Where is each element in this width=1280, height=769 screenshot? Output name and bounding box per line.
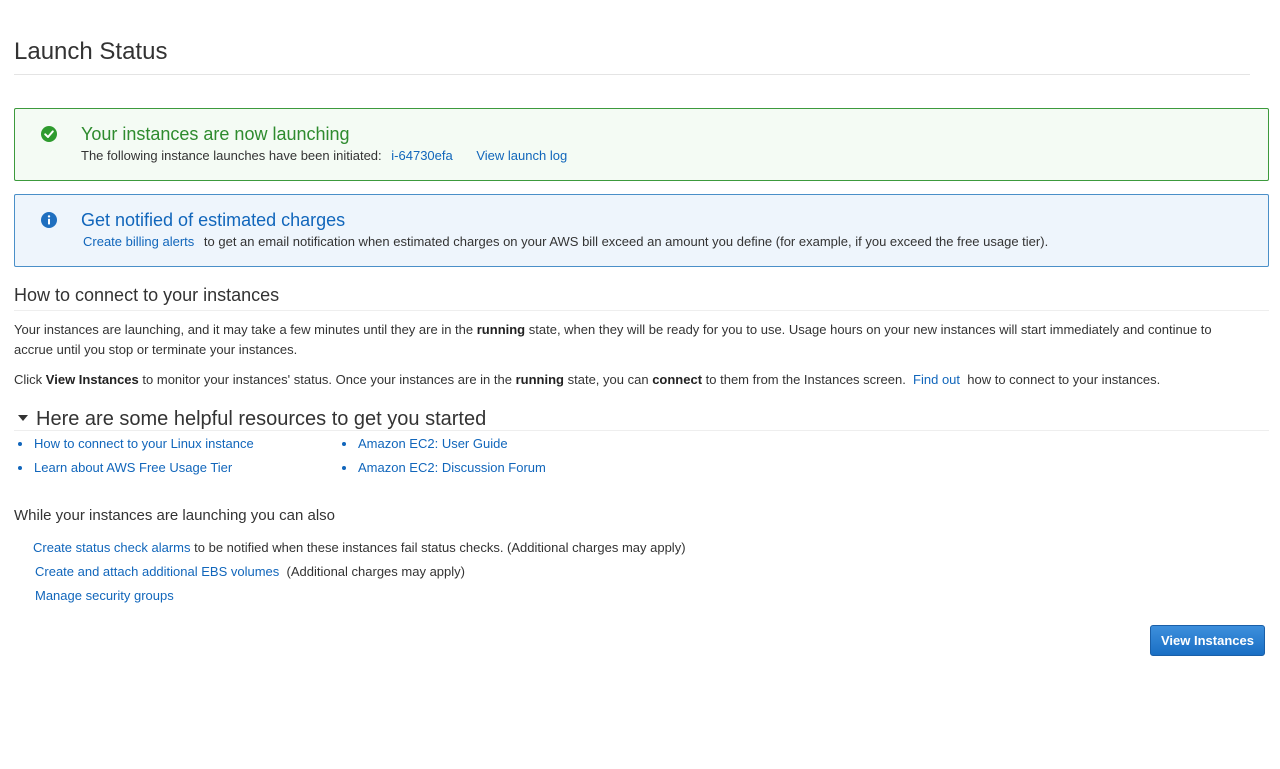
connect-p2-running: running: [515, 372, 564, 387]
resources-divider: [14, 430, 1269, 431]
list-item: Learn about AWS Free Usage Tier: [14, 458, 254, 482]
linux-connect-link[interactable]: How to connect to your Linux instance: [34, 436, 254, 451]
connect-divider: [14, 310, 1269, 311]
connect-p2-text-g: to them from the Instances screen.: [705, 372, 906, 387]
connect-heading: How to connect to your instances: [14, 285, 280, 305]
success-body: The following instance launches have bee…: [81, 148, 567, 163]
connect-paragraph-2: Click View Instances to monitor your ins…: [14, 370, 1254, 390]
caret-down-icon: [18, 414, 28, 421]
success-heading: Your instances are now launching: [81, 124, 350, 144]
list-item: Amazon EC2: Discussion Forum: [338, 458, 546, 482]
connect-p1-text-a: Your instances are launching, and it may…: [14, 322, 474, 337]
also-row-ebs: Create and attach additional EBS volumes…: [35, 564, 465, 579]
create-billing-alerts-link[interactable]: Create billing alerts: [83, 234, 194, 249]
connect-p1-running: running: [476, 322, 526, 337]
resources-heading: Here are some helpful resources to get y…: [36, 408, 487, 430]
find-out-link[interactable]: Find out: [913, 372, 960, 387]
billing-body: Create billing alerts to get an email no…: [83, 234, 1048, 249]
free-usage-tier-link[interactable]: Learn about AWS Free Usage Tier: [34, 460, 232, 475]
also-heading: While your instances are launching you c…: [14, 507, 336, 524]
check-circle-icon: [41, 126, 57, 142]
list-item: How to connect to your Linux instance: [14, 434, 254, 458]
connect-p2-view-instances: View Instances: [45, 372, 139, 387]
list-item: Amazon EC2: User Guide: [338, 434, 546, 458]
billing-info-alert: Get notified of estimated charges Create…: [14, 194, 1269, 267]
resources-toggle[interactable]: Here are some helpful resources to get y…: [14, 408, 486, 431]
connect-p2-text-e: state, you can: [567, 372, 649, 387]
view-instances-button[interactable]: View Instances: [1150, 625, 1265, 656]
title-divider: [14, 74, 1250, 75]
manage-security-groups-link[interactable]: Manage security groups: [35, 588, 174, 603]
ebs-text: (Additional charges may apply): [286, 564, 465, 579]
launch-success-alert: Your instances are now launching The fol…: [14, 108, 1269, 181]
view-launch-log-link[interactable]: View launch log: [476, 148, 567, 163]
ec2-discussion-forum-link[interactable]: Amazon EC2: Discussion Forum: [358, 460, 546, 475]
success-body-text: The following instance launches have bee…: [81, 148, 382, 163]
page-title: Launch Status: [14, 38, 168, 65]
connect-p2-connect: connect: [652, 372, 703, 387]
resources-list-right: Amazon EC2: User Guide Amazon EC2: Discu…: [338, 434, 546, 482]
alarms-text: to be notified when these instances fail…: [194, 540, 686, 555]
also-row-security: Manage security groups: [35, 588, 174, 603]
connect-p2-text-c: to monitor your instances' status. Once …: [142, 372, 512, 387]
instance-id-link[interactable]: i-64730efa: [391, 148, 452, 163]
resources-list-left: How to connect to your Linux instance Le…: [14, 434, 254, 482]
connect-p2-text-h: how to connect to your instances.: [967, 372, 1161, 387]
ec2-user-guide-link[interactable]: Amazon EC2: User Guide: [358, 436, 508, 451]
info-circle-icon: [41, 212, 57, 228]
billing-heading: Get notified of estimated charges: [81, 210, 346, 230]
billing-body-text: to get an email notification when estima…: [203, 234, 1049, 249]
also-row-alarms: Create status check alarms to be notifie…: [33, 540, 686, 555]
connect-p2-text-a: Click: [14, 372, 43, 387]
create-ebs-volumes-link[interactable]: Create and attach additional EBS volumes: [35, 564, 279, 579]
connect-paragraph-1: Your instances are launching, and it may…: [14, 320, 1254, 360]
create-status-check-alarms-link[interactable]: Create status check alarms: [33, 540, 191, 555]
